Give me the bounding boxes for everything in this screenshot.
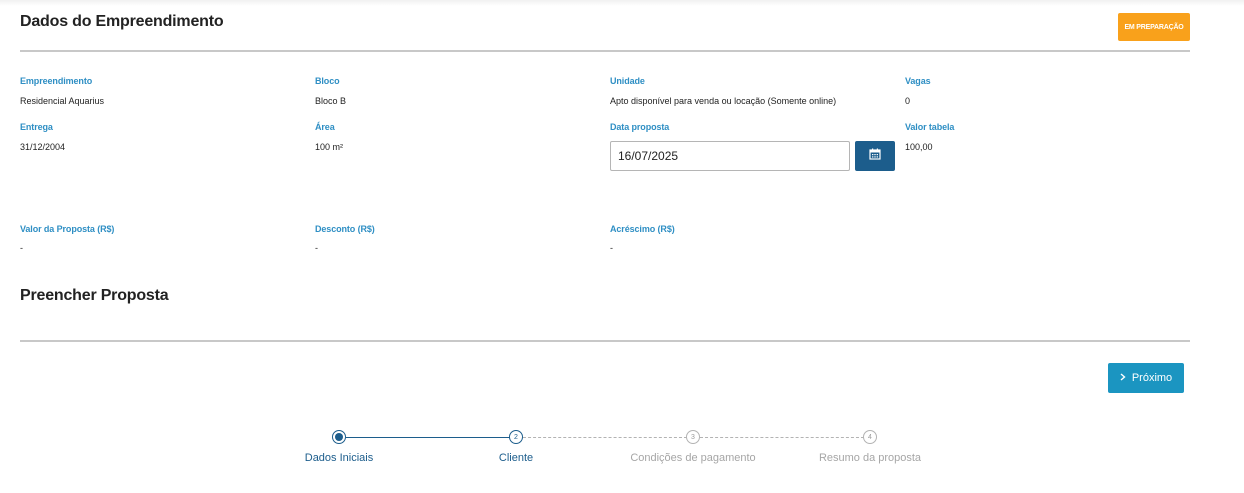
data-proposta-label: Data proposta [610,122,670,132]
stepper-connector-3 [700,437,864,438]
unidade-label: Unidade [610,76,645,86]
data-proposta-input[interactable] [610,141,850,171]
step-3-label[interactable]: Condições de pagamento [613,452,773,464]
chevron-right-icon [1120,372,1126,384]
valor-tabela-value: 100,00 [905,142,933,152]
step-3-indicator[interactable]: 3 [686,430,700,444]
valor-proposta-label: Valor da Proposta (R$) [20,224,115,234]
empreendimento-label: Empreendimento [20,76,93,86]
acrescimo-value: - [610,243,613,253]
step-1-completed-indicator [332,430,346,444]
entrega-value: 31/12/2004 [20,142,66,152]
proposal-divider [20,340,1190,342]
stepper-connector-2 [523,437,687,438]
desconto-value: - [315,243,318,253]
bloco-label: Bloco [315,76,340,86]
acrescimo-label: Acréscimo (R$) [610,224,675,234]
proposal-section-title: Preencher Proposta [20,287,169,304]
vagas-value: 0 [905,96,911,106]
empreendimento-value: Residencial Aquarius [20,96,105,106]
bloco-value: Bloco B [315,96,347,106]
step-4-indicator[interactable]: 4 [863,430,877,444]
step-1-label[interactable]: Dados Iniciais [259,452,419,464]
next-button[interactable]: Próximo [1108,363,1184,393]
calendar-button[interactable] [855,141,895,171]
header-divider [20,50,1190,52]
step-2-label[interactable]: Cliente [436,452,596,464]
valor-proposta-value: - [20,243,23,253]
top-shadow [0,0,1244,6]
page-title: Dados do Empreendimento [20,13,224,30]
entrega-label: Entrega [20,122,53,132]
step-4-label[interactable]: Resumo da proposta [790,452,950,464]
status-badge: EM PREPARAÇÃO [1118,13,1190,41]
calendar-icon [869,147,881,165]
vagas-label: Vagas [905,76,931,86]
unidade-value: Apto disponível para venda ou locação (S… [610,96,837,106]
next-button-label: Próximo [1131,372,1173,384]
desconto-label: Desconto (R$) [315,224,375,234]
area-value: 100 m² [315,142,344,152]
step-2-indicator[interactable]: 2 [509,430,523,444]
area-label: Área [315,122,335,132]
valor-tabela-label: Valor tabela [905,122,955,132]
stepper-connector-1 [346,437,510,438]
